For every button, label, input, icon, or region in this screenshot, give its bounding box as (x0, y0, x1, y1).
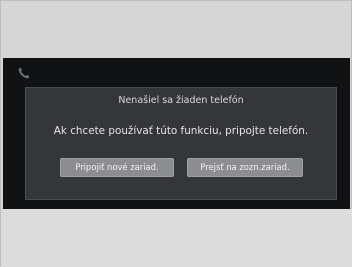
go-to-device-list-button[interactable]: Prejsť na zozn.zariad. (187, 158, 303, 177)
bottom-bezel (1, 209, 352, 267)
device-frame: Nenašiel sa žiaden telefón Ak chcete pou… (0, 0, 352, 267)
dialog-message: Ak chcete používať túto funkciu, pripojt… (53, 125, 309, 137)
infotainment-screen: Nenašiel sa žiaden telefón Ak chcete pou… (3, 58, 350, 209)
phone-icon (17, 65, 31, 79)
no-phone-dialog: Nenašiel sa žiaden telefón Ak chcete pou… (25, 87, 337, 200)
connect-new-device-button[interactable]: Pripojiť nové zariad. (60, 158, 174, 177)
dialog-title: Nenašiel sa žiaden telefón (118, 95, 244, 106)
